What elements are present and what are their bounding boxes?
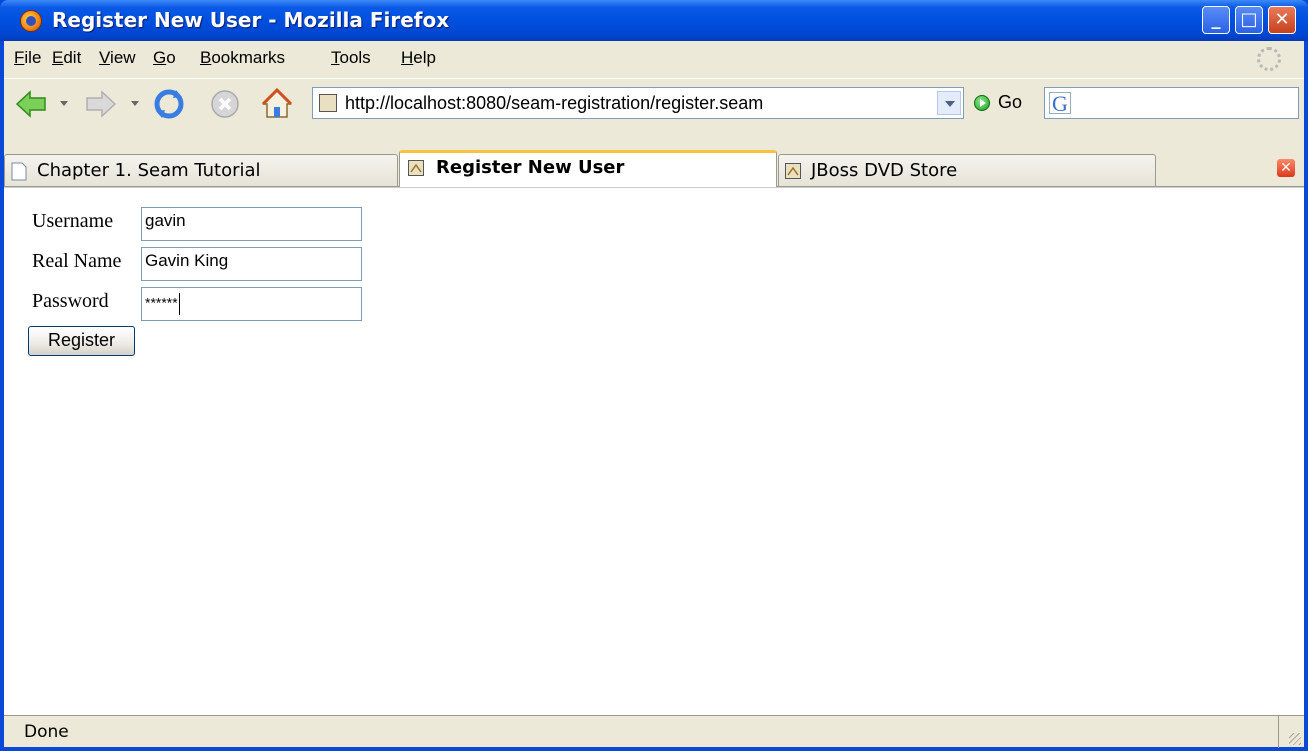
search-input[interactable]: G	[1044, 87, 1299, 119]
firefox-icon	[20, 10, 42, 32]
text-caret	[178, 293, 180, 315]
menu-view[interactable]: View	[99, 48, 136, 68]
password-field[interactable]: ******	[141, 287, 362, 321]
url-bar[interactable]: http://localhost:8080/seam-registration/…	[312, 87, 964, 119]
window-title: Register New User - Mozilla Firefox	[52, 8, 450, 32]
resize-grip-icon[interactable]	[1289, 733, 1301, 745]
document-icon	[11, 162, 27, 181]
username-field[interactable]: gavin	[141, 207, 362, 241]
tab-jboss-dvd-store[interactable]: JBoss DVD Store	[778, 154, 1156, 186]
realname-field[interactable]: Gavin King	[141, 247, 362, 281]
menu-tools[interactable]: Tools	[331, 48, 371, 68]
menu-file[interactable]: File	[14, 48, 41, 68]
minimize-button[interactable]: _	[1202, 6, 1230, 34]
go-button-label[interactable]: Go	[998, 92, 1022, 113]
status-bar: Done	[4, 715, 1304, 748]
close-window-button[interactable]: ✕	[1268, 6, 1296, 34]
go-icon[interactable]	[974, 95, 990, 111]
home-icon[interactable]	[260, 87, 294, 121]
page-favicon-icon	[319, 94, 337, 112]
tab-label: Chapter 1. Seam Tutorial	[37, 160, 261, 181]
menu-bookmarks[interactable]: Bookmarks	[200, 48, 285, 68]
status-text: Done	[24, 722, 69, 742]
reload-icon[interactable]	[152, 87, 186, 121]
navigation-toolbar: http://localhost:8080/seam-registration/…	[4, 78, 1304, 129]
favicon-icon	[408, 160, 424, 176]
page-content: Username gavin Real Name Gavin King Pass…	[4, 187, 1304, 716]
back-dropdown-icon[interactable]	[60, 101, 68, 106]
google-search-engine-icon[interactable]: G	[1049, 92, 1071, 115]
throbber-icon	[1257, 47, 1281, 71]
forward-arrow-icon[interactable]	[84, 87, 118, 121]
browser-client: File Edit View Go Bookmarks Tools Help h…	[4, 41, 1304, 748]
menu-bar: File Edit View Go Bookmarks Tools Help	[4, 41, 1304, 77]
back-arrow-icon[interactable]	[14, 87, 48, 121]
realname-label: Real Name	[32, 250, 122, 272]
stop-icon[interactable]	[208, 87, 242, 121]
favicon-icon	[785, 163, 801, 179]
tab-seam-tutorial[interactable]: Chapter 1. Seam Tutorial	[4, 154, 398, 186]
close-tab-icon[interactable]: ✕	[1277, 159, 1295, 177]
username-label: Username	[32, 210, 114, 232]
register-button[interactable]: Register	[28, 326, 135, 356]
browser-window: Register New User - Mozilla Firefox _ □ …	[0, 0, 1308, 751]
tab-label: JBoss DVD Store	[811, 160, 958, 181]
tab-bar: Chapter 1. Seam Tutorial JBoss DVD Store…	[4, 150, 1304, 187]
tab-label: Register New User	[436, 157, 625, 178]
tab-register-new-user[interactable]: Register New User	[399, 150, 777, 187]
url-text[interactable]: http://localhost:8080/seam-registration/…	[345, 93, 763, 114]
title-bar[interactable]: Register New User - Mozilla Firefox _ □ …	[0, 0, 1308, 41]
maximize-button[interactable]: □	[1235, 6, 1263, 34]
url-history-dropdown-icon[interactable]	[937, 91, 961, 115]
menu-edit[interactable]: Edit	[52, 48, 81, 68]
status-panel	[1278, 716, 1304, 748]
menu-help[interactable]: Help	[401, 48, 436, 68]
password-label: Password	[32, 290, 109, 312]
menu-go[interactable]: Go	[153, 48, 176, 68]
forward-dropdown-icon[interactable]	[131, 101, 139, 106]
